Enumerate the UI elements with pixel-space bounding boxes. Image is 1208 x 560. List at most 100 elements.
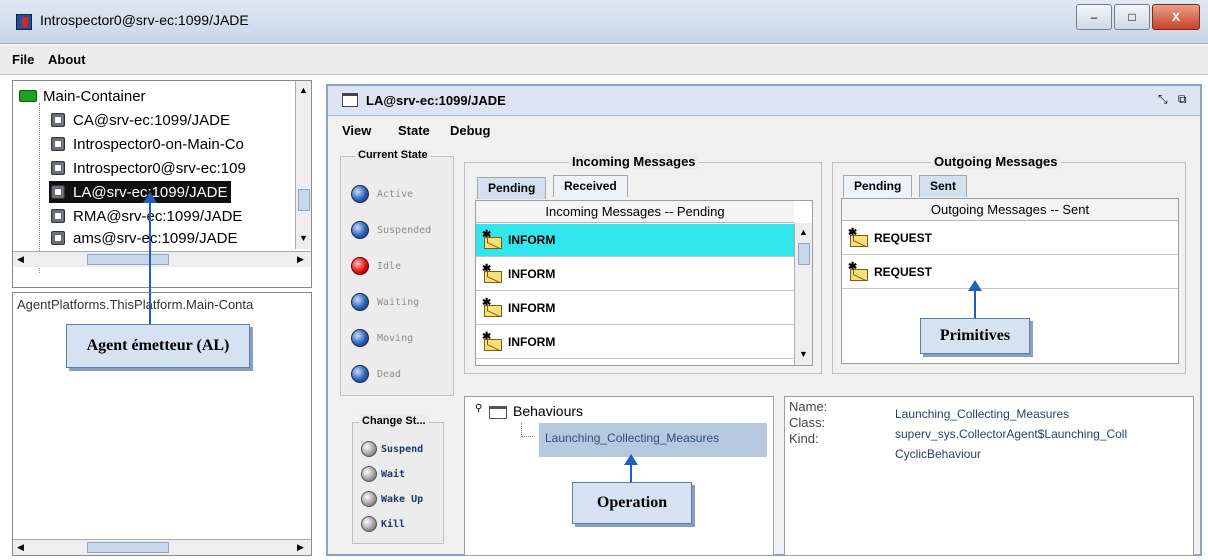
callout-arrow xyxy=(974,290,976,318)
scroll-left-icon[interactable]: ◀ xyxy=(17,542,24,553)
state-waiting-icon xyxy=(351,293,369,311)
tree-item-label: CA@srv-ec:1099/JADE xyxy=(73,111,230,129)
current-state-title: Current State xyxy=(355,149,431,161)
tab-incoming-pending[interactable]: Pending xyxy=(477,177,547,199)
tree-item[interactable]: RMA@srv-ec:1099/JADE xyxy=(51,205,242,227)
incoming-vscrollbar[interactable]: ▲ ▼ xyxy=(794,223,812,365)
change-state-panel: Change St... Suspend Wait Wake Up Kill xyxy=(352,415,444,544)
callout-arrow xyxy=(149,202,151,324)
table-row[interactable]: ✱ REQUEST xyxy=(842,222,1178,255)
state-idle-icon xyxy=(351,257,369,275)
wait-icon xyxy=(361,466,377,482)
state-waiting: Waiting xyxy=(351,293,419,311)
tab-incoming-received[interactable]: Received xyxy=(553,175,628,197)
scroll-thumb[interactable] xyxy=(87,254,169,265)
table-row[interactable]: ✱ INFORM xyxy=(476,258,794,291)
scroll-up-icon[interactable]: ▲ xyxy=(799,227,808,237)
tree-toggle-icon[interactable]: ⚲ xyxy=(475,403,482,414)
wait-button[interactable]: Wait xyxy=(361,466,405,482)
restore-icon[interactable]: ⤡ xyxy=(1158,92,1168,107)
state-label: Waiting xyxy=(377,296,420,308)
tab-outgoing-sent[interactable]: Sent xyxy=(919,175,968,197)
kill-icon xyxy=(361,516,377,532)
tree-vscrollbar[interactable]: ▲ ▼ xyxy=(295,81,311,249)
envelope-icon: ✱ xyxy=(848,261,870,281)
state-suspended: Suspended xyxy=(351,221,431,239)
tree-item[interactable]: CA@srv-ec:1099/JADE xyxy=(51,109,230,131)
class-value: superv_sys.CollectorAgent$Launching_Coll xyxy=(895,427,1128,441)
table-row[interactable]: ✱ INFORM xyxy=(476,326,794,359)
tree-item-label: RMA@srv-ec:1099/JADE xyxy=(73,207,243,225)
message-performative: INFORM xyxy=(508,301,556,315)
agent-tree: Main-Container CA@srv-ec:1099/JADE Intro… xyxy=(12,80,312,288)
scroll-thumb[interactable] xyxy=(298,189,310,211)
platform-path: AgentPlatforms.ThisPlatform.Main-Conta xyxy=(17,297,254,312)
scroll-down-icon[interactable]: ▼ xyxy=(799,349,808,359)
table-row[interactable]: ✱ INFORM xyxy=(476,292,794,325)
scroll-right-icon[interactable]: ▶ xyxy=(297,254,304,265)
tree-root[interactable]: Main-Container xyxy=(19,85,146,107)
tree-item[interactable]: Introspector0@srv-ec:109 xyxy=(51,157,246,179)
scroll-left-icon[interactable]: ◀ xyxy=(17,254,24,265)
outgoing-table-header: Outgoing Messages -- Sent xyxy=(842,199,1178,221)
menu-file[interactable]: File xyxy=(12,52,34,67)
tree-item-label: Introspector0@srv-ec:109 xyxy=(73,159,246,177)
callout-agent: Agent émetteur (AL) xyxy=(66,324,250,368)
incoming-title: Incoming Messages xyxy=(569,154,699,169)
tab-outgoing-pending[interactable]: Pending xyxy=(843,175,913,197)
folder-icon xyxy=(19,90,37,102)
agent-icon xyxy=(51,231,65,245)
scroll-thumb[interactable] xyxy=(798,243,810,265)
outgoing-title: Outgoing Messages xyxy=(931,154,1061,169)
wake-up-button[interactable]: Wake Up xyxy=(361,491,423,507)
state-label: Suspended xyxy=(377,224,432,236)
state-dead: Dead xyxy=(351,365,401,383)
tree-item[interactable]: Introspector0-on-Main-Co xyxy=(51,133,244,155)
agent-icon xyxy=(51,185,65,199)
scroll-down-icon[interactable]: ▼ xyxy=(299,233,308,243)
behaviours-root[interactable]: Behaviours xyxy=(513,403,583,419)
table-row[interactable]: ✱ REQUEST xyxy=(842,256,1178,289)
close-button[interactable]: X xyxy=(1152,4,1200,30)
state-idle: Idle xyxy=(351,257,401,275)
envelope-icon: ✱ xyxy=(482,263,504,283)
suspend-icon xyxy=(361,441,377,457)
maximize-button[interactable]: □ xyxy=(1114,4,1150,30)
inner-titlebar: LA@srv-ec:1099/JADE ⤡ ⧉ xyxy=(328,86,1200,116)
name-label: Name: xyxy=(789,399,828,414)
menu-state[interactable]: State xyxy=(398,123,430,138)
message-performative: INFORM xyxy=(508,267,556,281)
app-icon xyxy=(16,14,32,30)
minimize-button[interactable]: – xyxy=(1076,4,1112,30)
introspector-frame: LA@srv-ec:1099/JADE ⤡ ⧉ View State Debug… xyxy=(326,84,1202,556)
behaviour-details: Name: Class: Kind: Launching_Collecting_… xyxy=(784,396,1194,556)
incoming-table-header: Incoming Messages -- Pending xyxy=(476,201,794,223)
tree-hscrollbar[interactable]: ◀ ▶ xyxy=(13,251,311,267)
incoming-messages-panel: Incoming Messages Pending Received Incom… xyxy=(464,154,822,374)
tree-item[interactable]: ams@srv-ec:1099/JADE xyxy=(51,229,237,247)
scroll-up-icon[interactable]: ▲ xyxy=(299,85,308,95)
maximize-frame-icon[interactable]: ⧉ xyxy=(1178,92,1187,107)
envelope-icon: ✱ xyxy=(482,297,504,317)
state-label: Idle xyxy=(377,260,402,272)
menu-about[interactable]: About xyxy=(48,52,86,67)
tree-item-selected[interactable]: LA@srv-ec:1099/JADE xyxy=(49,181,232,203)
state-active: Active xyxy=(351,185,413,203)
button-label: Wait xyxy=(381,468,406,480)
agent-icon xyxy=(51,137,65,151)
agent-icon xyxy=(51,113,65,127)
scroll-right-icon[interactable]: ▶ xyxy=(297,542,304,553)
kill-button[interactable]: Kill xyxy=(361,516,405,532)
table-row[interactable]: ✱ INFORM xyxy=(476,224,794,257)
folder-icon xyxy=(489,406,507,419)
scroll-thumb[interactable] xyxy=(87,542,169,553)
menu-debug[interactable]: Debug xyxy=(450,123,490,138)
suspend-button[interactable]: Suspend xyxy=(361,441,423,457)
state-active-icon xyxy=(351,185,369,203)
callout-primitives: Primitives xyxy=(920,318,1030,354)
envelope-icon: ✱ xyxy=(848,227,870,247)
behaviour-item[interactable]: Launching_Collecting_Measures xyxy=(539,423,767,457)
envelope-icon: ✱ xyxy=(482,229,504,249)
menu-view[interactable]: View xyxy=(342,123,371,138)
platform-hscrollbar[interactable]: ◀ ▶ xyxy=(13,539,311,555)
